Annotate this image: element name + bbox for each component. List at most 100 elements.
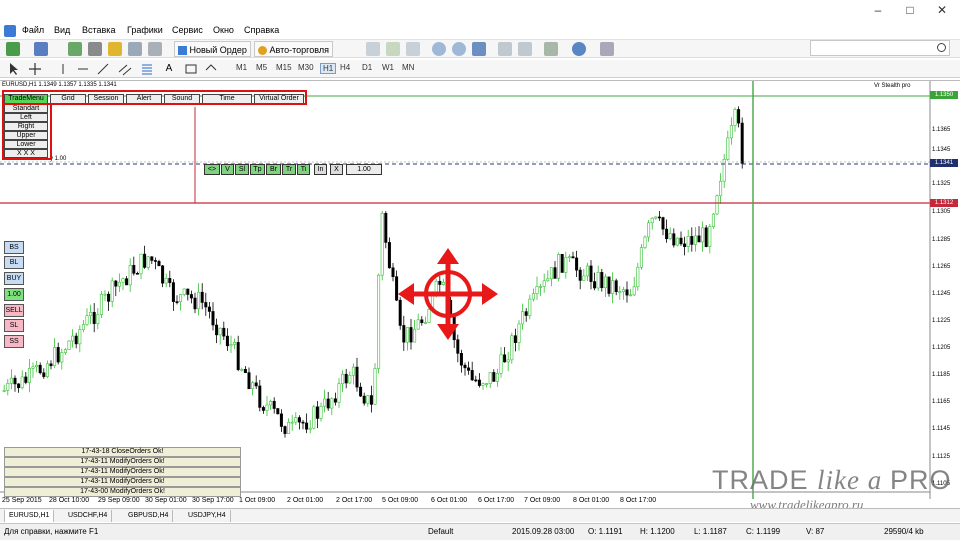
sl-button[interactable]: SL [4, 319, 24, 332]
new-order-button[interactable]: Новый Ордер [174, 41, 251, 57]
candle-body [607, 276, 611, 294]
maximize-button[interactable]: □ [898, 2, 922, 18]
candle-chart-icon[interactable] [386, 42, 400, 56]
candle-body [470, 370, 474, 381]
menu-view[interactable]: Вид [54, 25, 70, 35]
tester-icon[interactable] [148, 42, 162, 56]
bs-button[interactable]: BS [4, 241, 24, 254]
tile-windows-icon[interactable] [472, 42, 486, 56]
order-v-button[interactable]: V [221, 164, 234, 175]
menu-file[interactable]: Файл [22, 25, 44, 35]
timeframe-m15[interactable]: M15 [276, 63, 292, 72]
trendline-icon[interactable] [96, 62, 110, 76]
tab-usdchf[interactable]: USDCHF,H4 [64, 510, 113, 522]
menu-tools[interactable]: Сервис [172, 25, 203, 35]
candle-body [143, 253, 147, 268]
candle-body [139, 253, 143, 275]
zoom-out-icon[interactable] [452, 42, 466, 56]
ss-button[interactable]: SS [4, 335, 24, 348]
chart-shift-icon[interactable] [498, 42, 512, 56]
candle-body [135, 272, 139, 275]
horizontal-line-icon[interactable] [76, 62, 90, 76]
order-in-button[interactable]: In [314, 164, 327, 175]
timeframe-m5[interactable]: M5 [256, 63, 267, 72]
timeframe-w1[interactable]: W1 [382, 63, 394, 72]
fibonacci-icon[interactable] [140, 62, 154, 76]
line-chart-icon[interactable] [406, 42, 420, 56]
candle-body [27, 368, 31, 383]
candle-body [85, 315, 89, 325]
candle-body [521, 311, 525, 325]
x-tick: 30 Sep 17:00 [192, 497, 234, 504]
timeframe-m30[interactable]: M30 [298, 63, 314, 72]
templates-icon[interactable] [600, 42, 614, 56]
text-icon[interactable]: A [162, 62, 176, 76]
new-chart-icon[interactable] [6, 42, 20, 56]
lot-field[interactable]: 1.00 [4, 288, 24, 301]
vertical-line-icon[interactable] [56, 62, 70, 76]
terminal-icon[interactable] [128, 42, 142, 56]
candle-body [31, 366, 35, 369]
order-tp-button[interactable]: Tp [250, 164, 265, 175]
candle-body [535, 286, 539, 294]
candle-body [668, 233, 672, 240]
search-input[interactable] [810, 40, 950, 56]
buy-button[interactable]: BUY [4, 272, 24, 285]
data-window-icon[interactable] [88, 42, 102, 56]
candle-body [391, 267, 395, 278]
log-line: 17-43-18 CloseOrders Ok! [4, 447, 241, 457]
menu-insert[interactable]: Вставка [82, 25, 115, 35]
crosshair-icon[interactable] [28, 62, 42, 76]
autotrade-label: Авто-торговля [269, 45, 329, 55]
timeframe-mn[interactable]: MN [402, 63, 414, 72]
periods-icon[interactable] [572, 42, 586, 56]
order-br-button[interactable]: Br [266, 164, 281, 175]
tab-usdjpy[interactable]: USDJPY,H4 [184, 510, 231, 522]
candle-body [13, 377, 17, 385]
timeframe-h4[interactable]: H4 [340, 63, 350, 72]
order-move-button[interactable]: <> [204, 164, 220, 175]
chart-window[interactable]: EURUSD,H1 1.1349 1.1357 1.1335 1.1341 Vr… [0, 80, 960, 508]
autotrade-button[interactable]: Авто-торговля [254, 41, 333, 57]
candle-body [611, 280, 615, 294]
arrows-icon[interactable] [204, 62, 218, 76]
order-tr-button[interactable]: Tr [282, 164, 296, 175]
label-icon[interactable] [184, 62, 198, 76]
candle-body [132, 265, 136, 274]
market-watch-icon[interactable] [68, 42, 82, 56]
sell-button[interactable]: SELL [4, 304, 24, 317]
timeframe-d1[interactable]: D1 [362, 63, 372, 72]
move-cross-icon[interactable] [398, 248, 498, 340]
line-studies-toolbar: A M1 M5 M15 M30 H1 H4 D1 W1 MN [0, 60, 960, 78]
order-ti-button[interactable]: Ti [297, 164, 310, 175]
profiles-icon[interactable] [34, 42, 48, 56]
status-close: C: 1.1199 [746, 527, 781, 536]
bar-chart-icon[interactable] [366, 42, 380, 56]
candle-body [395, 276, 399, 301]
order-lot-field[interactable]: 1.00 [346, 164, 382, 175]
cursor-icon[interactable] [8, 62, 22, 76]
timeframe-m1[interactable]: M1 [236, 63, 247, 72]
tab-gbpusd[interactable]: GBPUSD,H4 [124, 510, 174, 522]
timeframe-h1[interactable]: H1 [320, 63, 337, 74]
menu-help[interactable]: Справка [244, 25, 279, 35]
candle-body [459, 353, 463, 366]
autoscroll-icon[interactable] [518, 42, 532, 56]
channel-icon[interactable] [118, 62, 132, 76]
status-help: Для справки, нажмите F1 [4, 527, 99, 536]
menu-charts[interactable]: Графики [127, 25, 163, 35]
price-chart[interactable] [0, 81, 960, 509]
close-button[interactable]: ✕ [930, 2, 954, 18]
menu-window[interactable]: Окно [213, 25, 234, 35]
zoom-in-icon[interactable] [432, 42, 446, 56]
order-close-button[interactable]: X [330, 164, 343, 175]
candle-body [384, 212, 388, 243]
navigator-icon[interactable] [108, 42, 122, 56]
bl-button[interactable]: BL [4, 256, 24, 269]
tab-eurusd[interactable]: EURUSD,H1 [4, 510, 55, 522]
order-sl-button[interactable]: Sl [235, 164, 249, 175]
minimize-button[interactable]: – [866, 2, 890, 18]
candle-body [650, 217, 654, 224]
indicators-icon[interactable] [544, 42, 558, 56]
candle-body [128, 265, 132, 286]
